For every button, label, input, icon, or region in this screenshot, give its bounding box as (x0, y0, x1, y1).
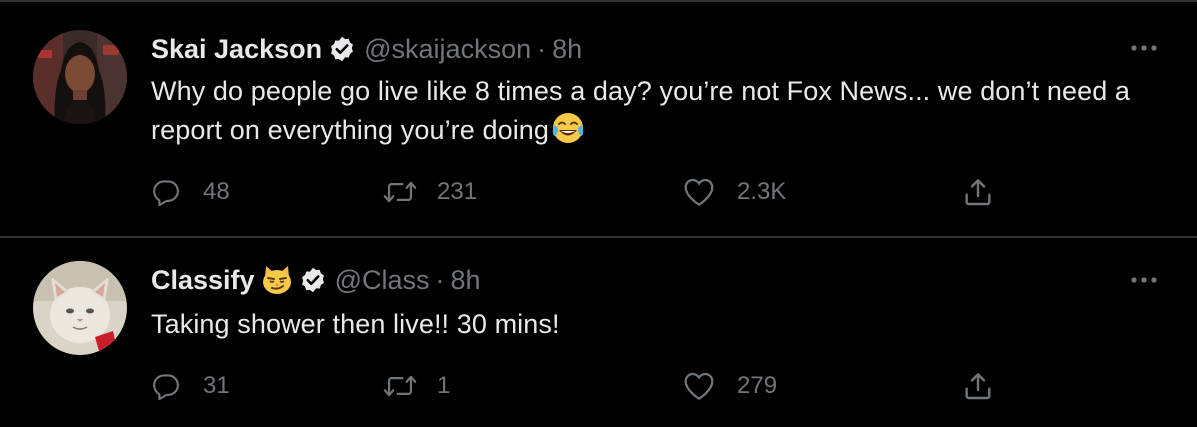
verified-badge-icon (328, 35, 356, 63)
smirking-cat-face-icon (261, 265, 293, 295)
reply-button[interactable]: 31 (151, 366, 230, 406)
face-with-tears-of-joy-icon (551, 111, 585, 156)
tweet-actions: 48 231 2.3K (151, 172, 1161, 212)
separator-dot: · (435, 264, 445, 295)
tweet-header: Skai Jackson @skaijackson · 8h (151, 29, 582, 69)
tweet-feed: Skai Jackson @skaijackson · 8h Why do pe… (0, 0, 1197, 427)
retweet-icon (383, 177, 417, 207)
share-button[interactable] (962, 172, 994, 212)
tweet-text: Taking shower then live!! 30 mins! (151, 305, 1161, 344)
retweet-button[interactable]: 231 (383, 172, 477, 212)
like-button[interactable]: 2.3K (683, 172, 786, 212)
tweet-text-body: Why do people go live like 8 times a day… (151, 76, 1131, 145)
reply-button[interactable]: 48 (151, 172, 230, 212)
display-name[interactable]: Skai Jackson (151, 34, 322, 65)
tweet-text-body: Taking shower then live!! 30 mins! (151, 309, 560, 339)
reply-count: 48 (203, 178, 230, 205)
reply-icon (151, 177, 181, 207)
retweet-button[interactable]: 1 (383, 366, 450, 406)
retweet-count: 1 (437, 372, 451, 399)
timestamp[interactable]: 8h (552, 34, 582, 65)
tweet-text: Why do people go live like 8 times a day… (151, 72, 1161, 156)
heart-icon (683, 177, 715, 207)
tweet-actions: 31 1 279 (151, 366, 1161, 406)
share-icon (962, 176, 994, 208)
timestamp[interactable]: 8h (450, 265, 480, 296)
verified-badge-icon (299, 266, 327, 294)
avatar[interactable] (33, 30, 127, 124)
tweet[interactable]: Classify @Class · 8h Taking shower then … (0, 238, 1197, 427)
retweet-count: 231 (437, 178, 478, 205)
reply-icon (151, 371, 181, 401)
more-options-icon[interactable] (1127, 270, 1161, 290)
reply-count: 31 (203, 372, 230, 399)
share-icon (962, 370, 994, 402)
heart-icon (683, 371, 715, 401)
separator-dot: · (537, 33, 547, 64)
display-name[interactable]: Classify (151, 265, 255, 296)
user-handle[interactable]: @Class (335, 265, 430, 296)
like-count: 279 (737, 372, 778, 399)
avatar[interactable] (33, 261, 127, 355)
share-button[interactable] (962, 366, 994, 406)
retweet-icon (383, 371, 417, 401)
user-handle[interactable]: @skaijackson (364, 34, 531, 65)
tweet-header: Classify @Class · 8h (151, 260, 481, 300)
tweet[interactable]: Skai Jackson @skaijackson · 8h Why do pe… (0, 2, 1197, 236)
like-button[interactable]: 279 (683, 366, 777, 406)
more-options-icon[interactable] (1127, 38, 1161, 58)
like-count: 2.3K (737, 178, 787, 205)
